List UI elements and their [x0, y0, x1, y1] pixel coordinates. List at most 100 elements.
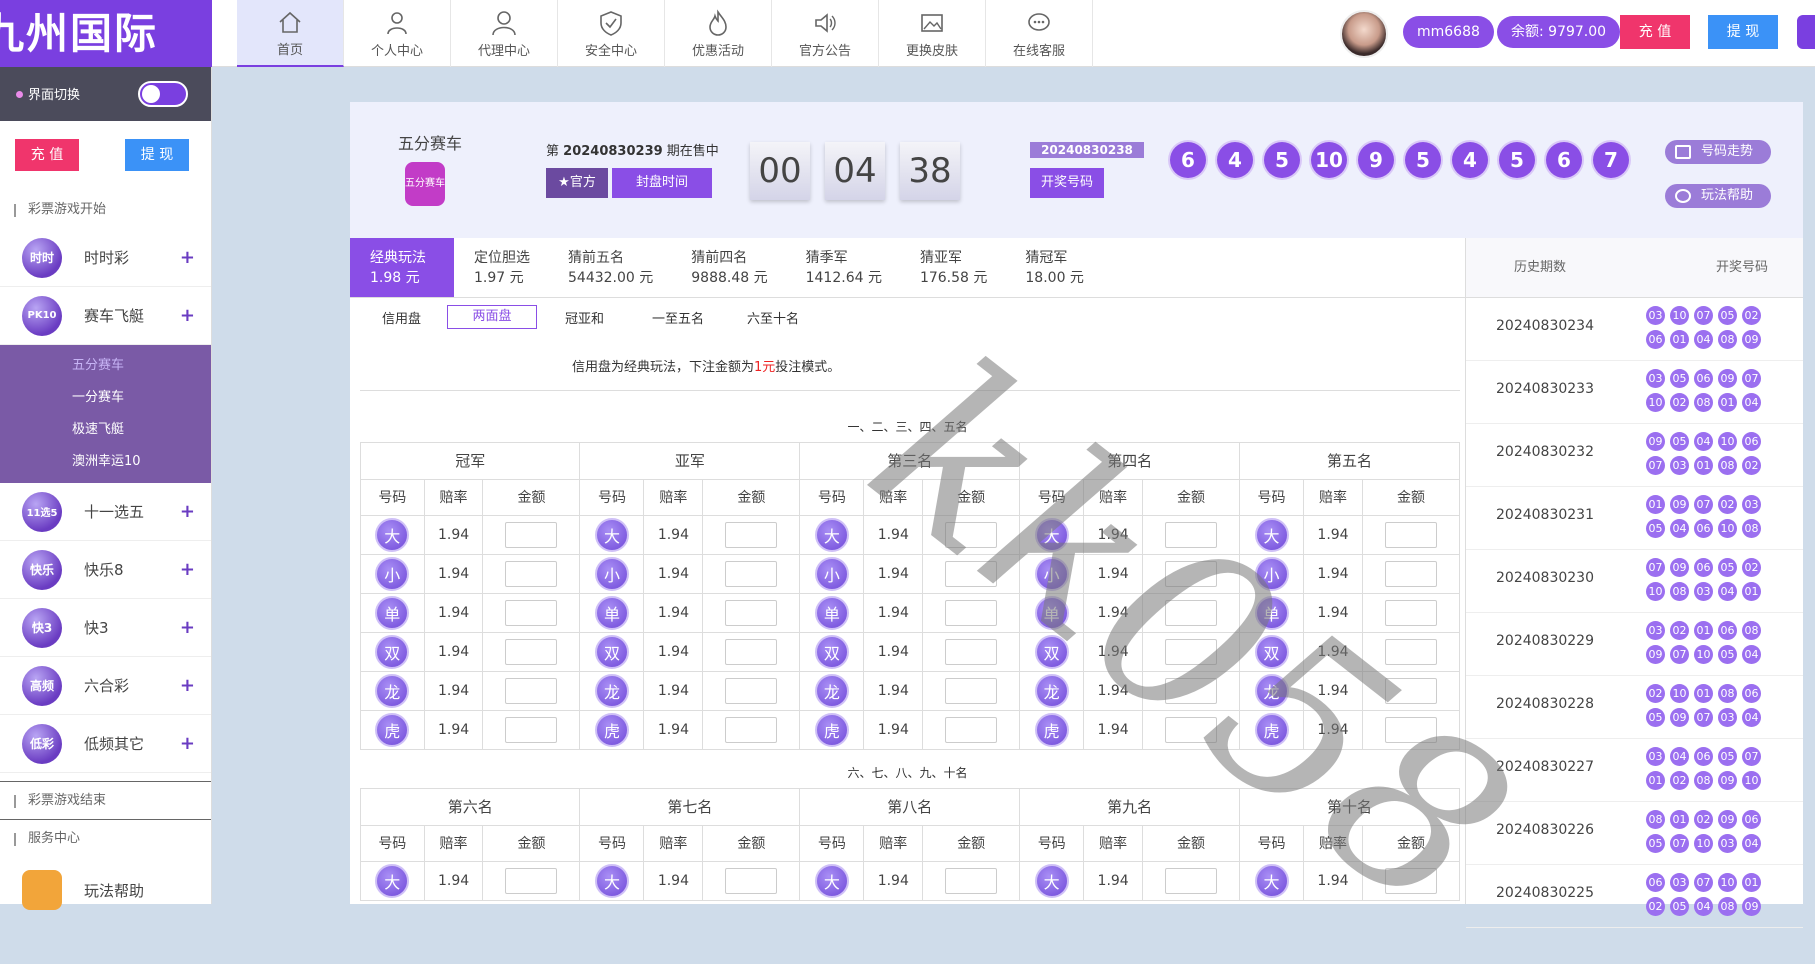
plus-icon[interactable]: +	[180, 733, 195, 754]
logout-button[interactable]	[1797, 15, 1815, 49]
sidebar-withdraw-button[interactable]: 提 现	[125, 139, 189, 171]
bet-ball[interactable]: 龙	[594, 673, 629, 708]
bet-ball[interactable]: 大	[814, 517, 849, 552]
bet-ball[interactable]: 单	[594, 595, 629, 630]
sidebar-item-11x5[interactable]: 11选5 十一选五 +	[0, 483, 211, 541]
sidebar-item-kl8[interactable]: 快乐 快乐8 +	[0, 541, 211, 599]
amount-input[interactable]	[1384, 599, 1437, 626]
bet-ball[interactable]: 虎	[1034, 712, 1069, 747]
amount-input[interactable]	[1384, 638, 1437, 665]
submenu-item-speed-boat[interactable]: 极速飞艇	[0, 414, 211, 446]
bet-ball[interactable]: 单	[1034, 595, 1069, 630]
amount-input[interactable]	[945, 599, 998, 626]
tab-1-to-5[interactable]: 一至五名	[652, 308, 704, 327]
bet-ball[interactable]: 双	[814, 634, 849, 669]
bet-ball[interactable]: 龙	[1254, 673, 1289, 708]
bet-ball[interactable]: 双	[375, 634, 410, 669]
amount-input[interactable]	[505, 521, 558, 548]
plus-icon[interactable]: +	[180, 247, 195, 268]
interface-toggle[interactable]	[138, 81, 188, 107]
nav-change-skin[interactable]: 更换皮肤	[879, 0, 986, 67]
nav-online-service[interactable]: 在线客服	[986, 0, 1093, 67]
sidebar-item-mark-six[interactable]: 高频 六合彩 +	[0, 657, 211, 715]
tab-second[interactable]: 猜亚军 176.58 元	[900, 238, 1005, 297]
sidebar-item-ssc[interactable]: 时时 时时彩 +	[0, 229, 211, 287]
bet-ball[interactable]: 大	[594, 517, 629, 552]
submenu-item-1min-racing[interactable]: 一分赛车	[0, 382, 211, 414]
plus-icon[interactable]: +	[180, 501, 195, 522]
amount-input[interactable]	[725, 716, 778, 743]
nav-home[interactable]: 首页	[237, 0, 344, 67]
sidebar-item-help[interactable]: 玩法帮助	[0, 861, 211, 919]
bet-ball[interactable]: 虎	[594, 712, 629, 747]
bet-ball[interactable]: 小	[1254, 556, 1289, 591]
amount-input[interactable]	[1384, 560, 1437, 587]
bet-ball[interactable]: 龙	[1034, 673, 1069, 708]
bet-ball[interactable]: 双	[1254, 634, 1289, 669]
avatar[interactable]	[1340, 10, 1388, 58]
amount-input[interactable]	[725, 867, 778, 894]
bet-ball[interactable]: 大	[814, 863, 849, 898]
recharge-button[interactable]: 充 值	[1620, 15, 1690, 49]
amount-input[interactable]	[1165, 638, 1218, 665]
amount-input[interactable]	[1165, 560, 1218, 587]
amount-input[interactable]	[505, 560, 558, 587]
tab-champion[interactable]: 猜冠军 18.00 元	[1005, 238, 1102, 297]
help-button[interactable]: 玩法帮助	[1665, 184, 1771, 208]
amount-input[interactable]	[725, 599, 778, 626]
submenu-item-aus-lucky10[interactable]: 澳洲幸运10	[0, 446, 211, 478]
amount-input[interactable]	[505, 599, 558, 626]
tab-position[interactable]: 定位胆选 1.97 元	[454, 238, 548, 297]
nav-security-center[interactable]: 安全中心	[558, 0, 665, 67]
bet-ball[interactable]: 龙	[375, 673, 410, 708]
amount-input[interactable]	[945, 677, 998, 704]
tab-sum[interactable]: 冠亚和	[565, 308, 604, 327]
bet-ball[interactable]: 小	[814, 556, 849, 591]
bet-ball[interactable]: 大	[594, 863, 629, 898]
bet-ball[interactable]: 双	[1034, 634, 1069, 669]
amount-input[interactable]	[945, 716, 998, 743]
plus-icon[interactable]: +	[180, 559, 195, 580]
bet-ball[interactable]: 大	[1034, 863, 1069, 898]
submenu-item-5min-racing[interactable]: 五分赛车	[0, 350, 211, 382]
trend-button[interactable]: 号码走势	[1665, 140, 1771, 164]
plus-icon[interactable]: +	[180, 305, 195, 326]
sidebar-item-k3[interactable]: 快3 快3 +	[0, 599, 211, 657]
amount-input[interactable]	[1165, 521, 1218, 548]
bet-ball[interactable]: 龙	[814, 673, 849, 708]
amount-input[interactable]	[1384, 521, 1437, 548]
bet-ball[interactable]: 大	[1034, 517, 1069, 552]
amount-input[interactable]	[1165, 677, 1218, 704]
logo[interactable]: 九州国际	[0, 0, 212, 67]
tab-third[interactable]: 猜季军 1412.64 元	[786, 238, 900, 297]
amount-input[interactable]	[945, 867, 998, 894]
amount-input[interactable]	[505, 677, 558, 704]
nav-agent-center[interactable]: 代理中心	[451, 0, 558, 67]
amount-input[interactable]	[725, 677, 778, 704]
amount-input[interactable]	[1165, 867, 1218, 894]
plus-icon[interactable]: +	[180, 617, 195, 638]
bet-ball[interactable]: 虎	[375, 712, 410, 747]
bet-ball[interactable]: 单	[814, 595, 849, 630]
amount-input[interactable]	[725, 521, 778, 548]
sidebar-recharge-button[interactable]: 充 值	[15, 139, 79, 171]
bet-ball[interactable]: 大	[1254, 863, 1289, 898]
bet-ball[interactable]: 小	[594, 556, 629, 591]
bet-ball[interactable]: 小	[375, 556, 410, 591]
plus-icon[interactable]: +	[180, 675, 195, 696]
bet-ball[interactable]: 大	[1254, 517, 1289, 552]
nav-user-center[interactable]: 个人中心	[344, 0, 451, 67]
withdraw-button[interactable]: 提 现	[1708, 15, 1778, 49]
amount-input[interactable]	[1384, 867, 1437, 894]
close-time-button[interactable]: 封盘时间	[612, 168, 712, 198]
amount-input[interactable]	[505, 867, 558, 894]
username-badge[interactable]: mm6688	[1403, 16, 1494, 48]
nav-promotions[interactable]: 优惠活动	[665, 0, 772, 67]
tab-top5[interactable]: 猜前五名 54432.00 元	[548, 238, 671, 297]
bet-ball[interactable]: 单	[1254, 595, 1289, 630]
amount-input[interactable]	[945, 638, 998, 665]
draw-numbers-button[interactable]: 开奖号码	[1030, 168, 1104, 198]
tab-two-sides[interactable]: 两面盘	[447, 305, 537, 329]
bet-ball[interactable]: 小	[1034, 556, 1069, 591]
nav-announcements[interactable]: 官方公告	[772, 0, 879, 67]
